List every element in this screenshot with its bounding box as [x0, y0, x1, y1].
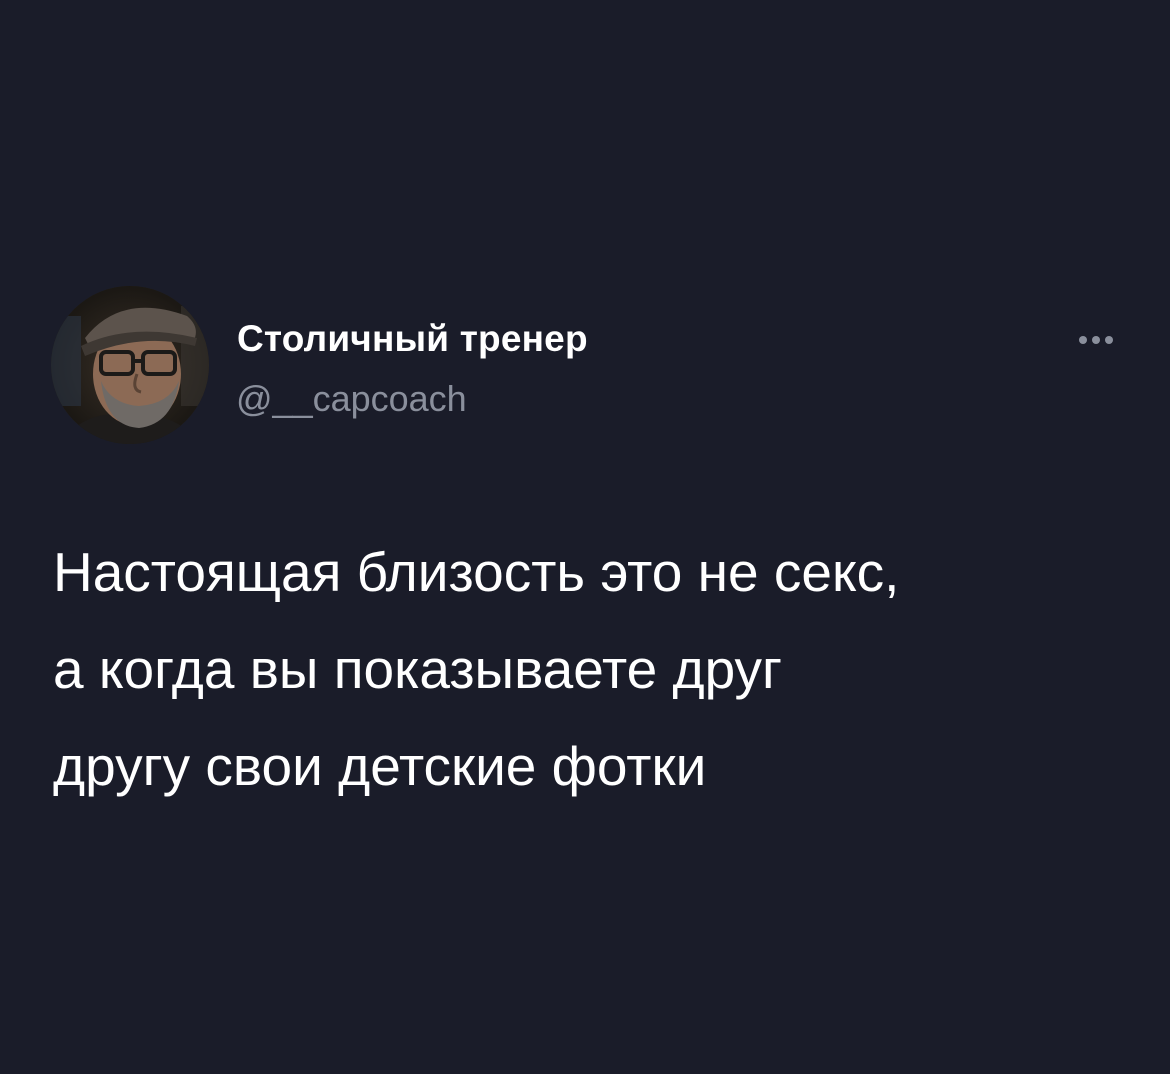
- more-horizontal-icon-dot: [1105, 336, 1113, 344]
- tweet-text-line: другу свои детские фотки: [53, 735, 707, 797]
- tweet-screenshot: Столичный тренер @__capcoach Настоящая б…: [0, 0, 1170, 1074]
- more-options-button[interactable]: [1062, 322, 1130, 358]
- avatar-photo: [51, 286, 209, 444]
- more-horizontal-icon: [1079, 336, 1087, 344]
- author-handle[interactable]: @__capcoach: [236, 378, 467, 420]
- tweet-text: Настоящая близость это не секс, а когда …: [53, 524, 1133, 815]
- user-avatar[interactable]: [51, 286, 209, 444]
- more-horizontal-icon-dot: [1092, 336, 1100, 344]
- tweet-text-line: Настоящая близость это не секс,: [53, 541, 900, 603]
- author-display-name[interactable]: Столичный тренер: [237, 318, 588, 360]
- tweet-text-line: а когда вы показываете друг: [53, 638, 783, 700]
